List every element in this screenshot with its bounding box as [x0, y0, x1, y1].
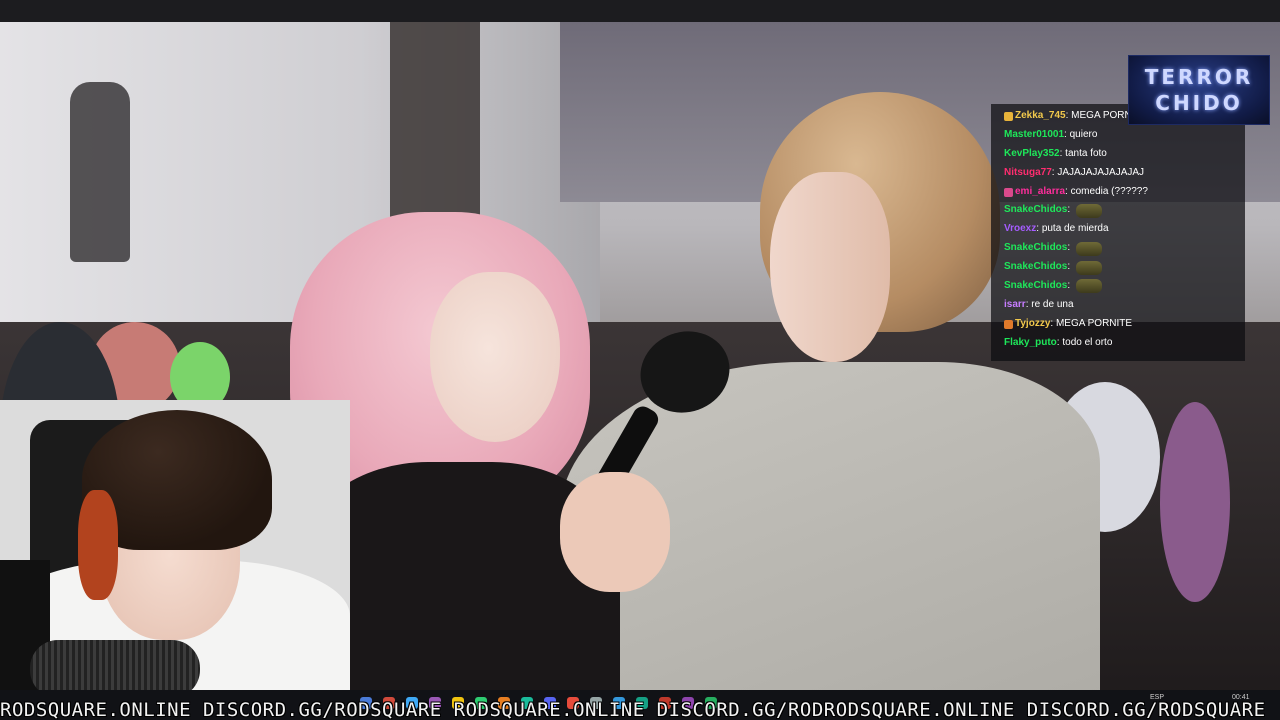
- chat-separator: :: [1067, 261, 1073, 273]
- chat-message: Master01001: quiero: [991, 126, 1245, 145]
- chat-message: Tyjozzy: MEGA PORNITE: [991, 315, 1245, 334]
- chat-text: re de una: [1031, 298, 1074, 310]
- chat-text: tanta foto: [1065, 147, 1107, 159]
- chat-message: Vroexz: puta de mierda: [991, 220, 1245, 239]
- chat-overlay: Zekka_745: MEGA PORN Master01001: quiero K…: [991, 104, 1245, 361]
- chat-username[interactable]: isarr: [1004, 296, 1026, 315]
- chat-username[interactable]: SnakeChidos: [1004, 258, 1067, 277]
- streamer-hair-dyed: [78, 490, 118, 600]
- chat-text: MEGA PORN: [1071, 110, 1132, 121]
- chat-username[interactable]: Tyjozzy: [1015, 315, 1050, 334]
- logo-line-2: CHIDO: [1155, 91, 1243, 115]
- chat-username[interactable]: Vroexz: [1004, 220, 1036, 239]
- interviewer-face: [770, 172, 890, 362]
- chat-separator: :: [1067, 280, 1073, 292]
- chat-username[interactable]: Master01001: [1004, 126, 1064, 145]
- chat-message: SnakeChidos:: [991, 258, 1245, 277]
- chat-username[interactable]: emi_alarra: [1015, 183, 1065, 202]
- chat-message: SnakeChidos:: [991, 277, 1245, 296]
- lizard-emote-icon: [1075, 260, 1102, 275]
- chat-text: puta de mierda: [1041, 223, 1109, 235]
- hand: [560, 472, 670, 592]
- chat-text: quiero: [1069, 128, 1098, 140]
- chat-username[interactable]: KevPlay352: [1004, 145, 1060, 164]
- chat-username[interactable]: SnakeChidos: [1004, 277, 1067, 296]
- chat-text: JAJAJAJAJAJAJAJ: [1057, 166, 1145, 178]
- chat-username[interactable]: SnakeChidos: [1004, 201, 1067, 220]
- lizard-emote-icon: [1075, 279, 1102, 294]
- marquee-banner: RODSQUARE.ONLINE DISCORD.GG/RODSQUARE RO…: [0, 700, 1266, 720]
- chat-message: Flaky_puto: todo el orto: [991, 334, 1245, 353]
- chat-separator: :: [1067, 204, 1073, 216]
- chat-text: MEGA PORNITE: [1055, 317, 1133, 329]
- chat-message: SnakeChidos:: [991, 201, 1245, 220]
- chat-username[interactable]: SnakeChidos: [1004, 239, 1067, 258]
- chat-message: isarr: re de una: [991, 296, 1245, 315]
- chat-username[interactable]: Nitsuga77: [1004, 164, 1052, 183]
- channel-logo: TERROR CHIDO: [1128, 55, 1270, 125]
- chat-message: emi_alarra: comedia (??????: [991, 183, 1245, 202]
- chat-separator: :: [1067, 242, 1073, 254]
- webcam-overlay: [0, 400, 350, 698]
- chat-message: KevPlay352: tanta foto: [991, 145, 1245, 164]
- user-badge-icon: [1004, 111, 1013, 121]
- chat-message: SnakeChidos:: [991, 239, 1245, 258]
- chat-text: comedia (??????: [1070, 185, 1148, 197]
- user-badge-icon: [1004, 319, 1013, 329]
- lizard-emote-icon: [1075, 241, 1102, 256]
- top-bar: [0, 0, 1280, 22]
- lizard-emote-icon: [1075, 203, 1102, 218]
- chat-username[interactable]: Zekka_745: [1015, 107, 1066, 126]
- logo-line-1: TERROR: [1144, 65, 1254, 89]
- interviewee-face: [430, 272, 560, 442]
- chat-username[interactable]: Flaky_puto: [1004, 334, 1057, 353]
- chat-message: Nitsuga77: JAJAJAJAJAJAJAJ: [991, 164, 1245, 183]
- background-statue: [70, 82, 130, 262]
- user-badge-icon: [1004, 187, 1013, 197]
- chat-text: todo el orto: [1062, 336, 1113, 348]
